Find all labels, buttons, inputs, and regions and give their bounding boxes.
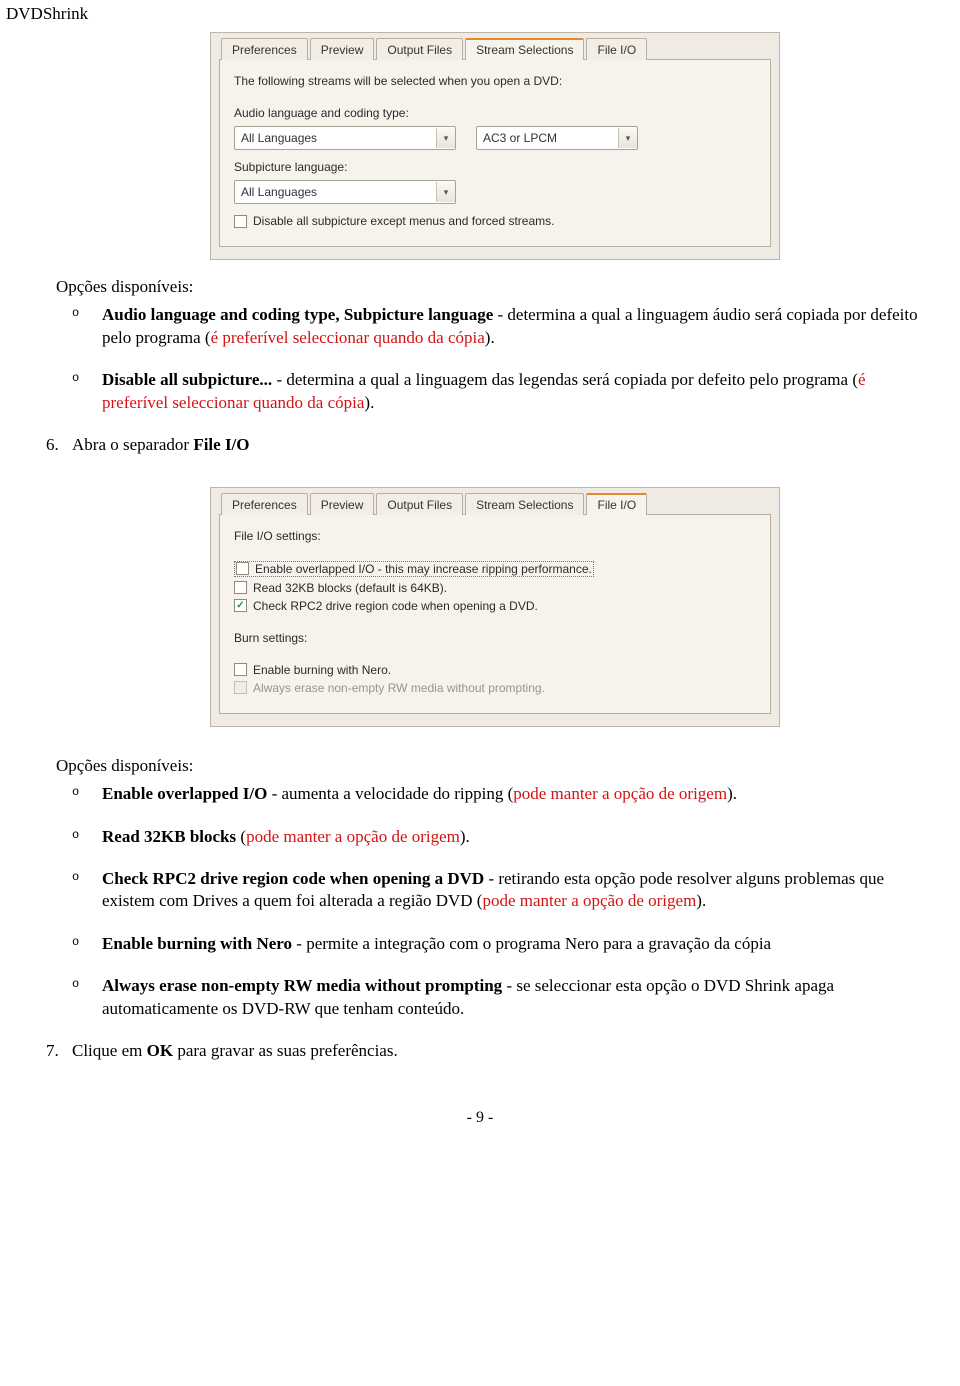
text-red: pode manter a opção de origem [246, 827, 460, 846]
combo-subpicture-language[interactable]: All Languages ▾ [234, 180, 456, 204]
tab-preferences[interactable]: Preferences [221, 38, 308, 60]
checkbox-label: Disable all subpicture except menus and … [253, 214, 554, 228]
list-item: Read 32KB blocks (pode manter a opção de… [56, 826, 920, 848]
text: ). [727, 784, 737, 803]
option-title: Always erase non-empty RW media without … [102, 976, 502, 995]
text-red: pode manter a opção de origem [482, 891, 696, 910]
label-audio: Audio language and coding type: [234, 106, 756, 120]
text-section-1: Opções disponíveis: Audio language and c… [0, 276, 960, 481]
list-item: Disable all subpicture... - determina a … [56, 369, 920, 414]
step-7: 7. Clique em OK para gravar as suas pref… [46, 1040, 920, 1062]
text: ). [460, 827, 470, 846]
list-item: Enable overlapped I/O - aumenta a veloci… [56, 783, 920, 805]
dialog-stream-selections: Preferences Preview Output Files Stream … [210, 32, 780, 260]
label-fio: File I/O settings: [234, 529, 756, 543]
text: para gravar as suas preferências. [173, 1041, 398, 1060]
tab-bar: Preferences Preview Output Files Stream … [219, 37, 771, 60]
tab-stream-selections[interactable]: Stream Selections [465, 493, 584, 515]
tab-preview[interactable]: Preview [310, 38, 375, 60]
options-heading: Opções disponíveis: [56, 276, 920, 298]
combo-audio-codec[interactable]: AC3 or LPCM ▾ [476, 126, 638, 150]
text: - aumenta a velocidade do ripping ( [267, 784, 513, 803]
step-number: 7. [46, 1040, 59, 1062]
chevron-down-icon: ▾ [436, 128, 455, 148]
text: ). [485, 328, 495, 347]
step-number: 6. [46, 434, 59, 456]
dialog-file-io: Preferences Preview Output Files Stream … [210, 487, 780, 727]
checkbox-overlapped-io[interactable]: Enable overlapped I/O - this may increas… [234, 561, 594, 577]
checkbox-label: Enable burning with Nero. [253, 663, 391, 677]
text: ). [696, 891, 706, 910]
text: - determina a qual a linguagem das legen… [272, 370, 858, 389]
option-title: Enable overlapped I/O [102, 784, 267, 803]
tab-preferences[interactable]: Preferences [221, 493, 308, 515]
option-title: Check RPC2 drive region code when openin… [102, 869, 484, 888]
text-section-2: Opções disponíveis: Enable overlapped I/… [0, 755, 960, 1087]
checkbox-label: Enable overlapped I/O - this may increas… [255, 562, 592, 576]
checkbox-32kb[interactable]: Read 32KB blocks (default is 64KB). [234, 581, 756, 595]
checkbox-icon [234, 663, 247, 676]
checkbox-icon [234, 681, 247, 694]
checkbox-rpc2[interactable]: Check RPC2 drive region code when openin… [234, 599, 756, 613]
text-red: pode manter a opção de origem [513, 784, 727, 803]
panel-body: The following streams will be selected w… [219, 60, 771, 247]
tab-output-files[interactable]: Output Files [376, 493, 463, 515]
combo-value: All Languages [235, 185, 436, 199]
tab-preview[interactable]: Preview [310, 493, 375, 515]
label-subpicture: Subpicture language: [234, 160, 756, 174]
option-title: Disable all subpicture... [102, 370, 272, 389]
combo-value: All Languages [235, 131, 436, 145]
step-6: 6. Abra o separador File I/O [46, 434, 920, 456]
checkbox-icon [236, 562, 249, 575]
combo-value: AC3 or LPCM [477, 131, 618, 145]
option-title: Audio language and coding type, Subpictu… [102, 305, 493, 324]
checkbox-icon [234, 581, 247, 594]
text: - permite a integração com o programa Ne… [292, 934, 771, 953]
checkbox-erase-rw: Always erase non-empty RW media without … [234, 681, 756, 695]
text: ). [364, 393, 374, 412]
text-red: é preferível seleccionar quando da cópia [211, 328, 485, 347]
chevron-down-icon: ▾ [436, 182, 455, 202]
options-heading: Opções disponíveis: [56, 755, 920, 777]
combo-audio-language[interactable]: All Languages ▾ [234, 126, 456, 150]
text: Abra o separador [72, 435, 193, 454]
text-bold: OK [147, 1041, 173, 1060]
option-title: Read 32KB blocks [102, 827, 240, 846]
tab-file-io[interactable]: File I/O [586, 38, 647, 60]
checkbox-icon [234, 599, 247, 612]
tab-output-files[interactable]: Output Files [376, 38, 463, 60]
intro-text: The following streams will be selected w… [234, 74, 756, 88]
chevron-down-icon: ▾ [618, 128, 637, 148]
list-item: Always erase non-empty RW media without … [56, 975, 920, 1020]
checkbox-label: Always erase non-empty RW media without … [253, 681, 545, 695]
list-item: Enable burning with Nero - permite a int… [56, 933, 920, 955]
tab-file-io[interactable]: File I/O [586, 493, 647, 515]
page-number: - 9 - [0, 1087, 960, 1127]
checkbox-icon [234, 215, 247, 228]
list-item: Audio language and coding type, Subpictu… [56, 304, 920, 349]
option-title: Enable burning with Nero [102, 934, 292, 953]
text-bold: File I/O [193, 435, 249, 454]
text: Clique em [72, 1041, 147, 1060]
checkbox-nero[interactable]: Enable burning with Nero. [234, 663, 756, 677]
list-item: Check RPC2 drive region code when openin… [56, 868, 920, 913]
page-title: DVDShrink [0, 0, 960, 26]
tab-stream-selections[interactable]: Stream Selections [465, 38, 584, 60]
panel-body: File I/O settings: Enable overlapped I/O… [219, 515, 771, 714]
checkbox-label: Read 32KB blocks (default is 64KB). [253, 581, 447, 595]
label-burn: Burn settings: [234, 631, 756, 645]
tab-bar: Preferences Preview Output Files Stream … [219, 492, 771, 515]
checkbox-disable-subpicture[interactable]: Disable all subpicture except menus and … [234, 214, 756, 228]
checkbox-label: Check RPC2 drive region code when openin… [253, 599, 538, 613]
